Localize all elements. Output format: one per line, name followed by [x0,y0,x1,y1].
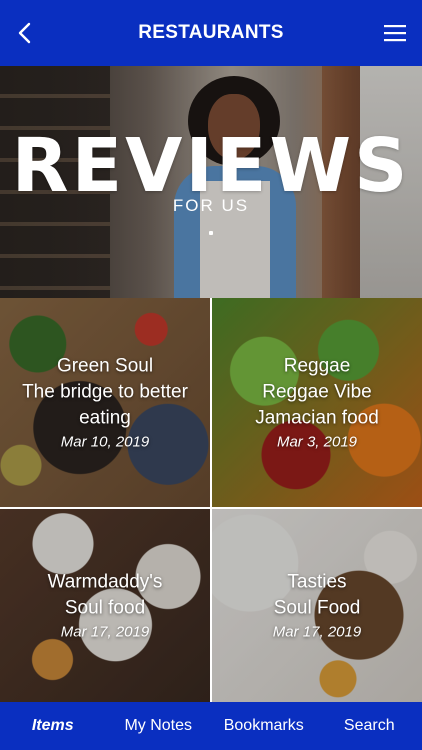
restaurant-card-date: Mar 17, 2019 [60,623,150,640]
bottom-tab-bar: Items My Notes Bookmarks Search [0,702,422,750]
hero-title: REVIEWS [11,123,411,209]
restaurant-grid: Green Soul The bridge to better eating M… [0,298,422,702]
restaurant-card-title: eating [79,407,131,428]
restaurant-card-title: Green Soul [56,355,154,376]
restaurant-card[interactable]: Tasties Soul Food Mar 17, 2019 [212,509,422,702]
tab-items[interactable]: Items [0,702,106,750]
restaurant-card-date: Mar 10, 2019 [60,433,150,450]
restaurant-card-title: Soul food [64,597,146,618]
back-button[interactable] [12,18,36,48]
restaurant-card-title: Soul Food [273,597,361,618]
tab-my-notes[interactable]: My Notes [106,702,212,750]
page-title: RESTAURANTS [138,22,284,43]
chevron-left-icon [18,22,31,44]
restaurant-card-title: Jamacian food [255,407,379,428]
restaurant-card[interactable]: Green Soul The bridge to better eating M… [0,298,210,507]
restaurant-card-title: Warmdaddy's [47,571,163,592]
restaurant-card-date: Mar 17, 2019 [272,623,362,640]
tab-bookmarks[interactable]: Bookmarks [211,702,317,750]
hero-banner: REVIEWS FOR US [0,66,422,298]
restaurant-card-date: Mar 3, 2019 [276,433,358,450]
restaurant-card[interactable]: Reggae Reggae Vibe Jamacian food Mar 3, … [212,298,422,507]
restaurant-card-title: Reggae Vibe [262,381,372,402]
hamburger-menu-icon [384,25,406,42]
restaurant-card[interactable]: Warmdaddy's Soul food Mar 17, 2019 [0,509,210,702]
carousel-indicator [209,231,213,235]
restaurant-card-title: Reggae [283,355,351,376]
restaurant-card-title: The bridge to better [22,381,188,402]
tab-search[interactable]: Search [317,702,422,750]
hero-subtitle: FOR US [172,196,250,215]
restaurant-card-title: Tasties [287,571,347,592]
app-header: RESTAURANTS [0,0,422,66]
menu-button[interactable] [382,20,408,46]
